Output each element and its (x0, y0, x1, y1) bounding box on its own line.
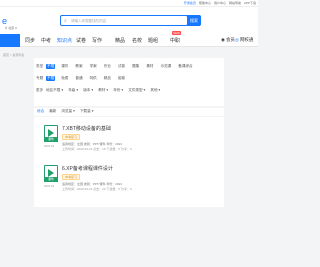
sort-bar: 综合 最新 浏览量 ▾ 下载量 ▾ (34, 108, 224, 116)
item-attributes: 适用地区：全国 类别：PPT/课件 年份：2023 (62, 182, 123, 186)
filter-option[interactable]: 学案 (89, 64, 98, 69)
new-badge: NEW (172, 31, 181, 35)
filter-option[interactable]: 试卷 (117, 64, 126, 69)
nav-item[interactable]: 同步 (25, 37, 35, 44)
filter-dropdown[interactable]: 教材 ▾ (98, 88, 108, 93)
search-button[interactable]: 搜索 (187, 15, 201, 26)
sort-option[interactable]: 最新 (49, 109, 56, 114)
filter-option[interactable]: 素材 (145, 64, 154, 69)
filter-panel: 类型 不限 课件 教案 学案 作业 试卷 题集 素材 示范课 备课综合 专题 不限 免费 普通 特供 精品 组卷更… (34, 58, 224, 106)
vip-menu[interactable]: ◎ 网校通 (235, 37, 253, 43)
item-title-link[interactable]: 6.XP备考课程课件设计 (62, 165, 113, 172)
item-title-link[interactable]: 7.XBT移动设备的基础 (62, 125, 111, 132)
filter-option[interactable]: 作业 (103, 64, 112, 69)
location-selector[interactable]: ⚲ 北京 ▾ (5, 26, 17, 30)
nav-item[interactable]: 知识点 (57, 37, 72, 44)
search-placeholder: 请输入你想要找的内容 (71, 19, 106, 23)
search-input[interactable]: ⌕ 请输入你想要找的内容 (60, 15, 188, 26)
filter-option[interactable]: 教案 (74, 64, 83, 69)
vip-icon: ◎ (235, 37, 239, 42)
user-icon: ◉ (221, 37, 225, 42)
top-link[interactable]: 用户中心 (214, 1, 226, 5)
item-attributes: 适用地区：全国 类别：PPT/课件 年份：2023 (62, 142, 123, 146)
play-icon (48, 169, 54, 177)
doc-thumbnail[interactable]: 课件 (44, 165, 58, 182)
filter-option[interactable]: 课件 (60, 64, 69, 69)
filter-dropdown[interactable]: 年级 ▾ (68, 88, 78, 93)
doc-thumbnail[interactable]: 课件 (44, 125, 58, 142)
filter-option[interactable]: 题集 (131, 64, 140, 69)
chevron-down-icon: ▾ (15, 26, 17, 30)
nav-item[interactable]: 中考 (41, 37, 51, 44)
top-link[interactable]: APP下载 (244, 1, 256, 5)
top-links: 开通会员 帮助中心 用户中心 网站导航 APP下载 (184, 1, 256, 5)
filter-row: 更多 地区不限 ▾ 年级 ▾ 版本 ▾ 教材 ▾ 年份 ▾ 文件类型 ▾ 其他 ▾ (36, 88, 165, 93)
filter-row: 类型 不限 课件 教案 学案 作业 试卷 题集 素材 示范课 备课综合 (36, 64, 199, 69)
filter-option[interactable]: 备课综合 (177, 64, 193, 69)
filter-dropdown[interactable]: 地区不限 ▾ (46, 88, 63, 93)
location-label: 北京 (8, 26, 15, 30)
filter-option[interactable]: 不限 (46, 64, 56, 69)
top-utility-bar: 开通会员 帮助中心 用户中心 网站导航 APP下载 (0, 0, 258, 7)
filter-option[interactable]: 不限 (46, 76, 56, 81)
top-link[interactable]: 帮助中心 (199, 1, 211, 5)
doc-type-tag: 课件 (44, 137, 58, 142)
top-link[interactable]: 网站导航 (229, 1, 241, 5)
thumb-date: 2022-02 (44, 144, 55, 148)
item-meta: 上传时间：2022-02-15 点击：18 下载量：0 分享：0 (62, 147, 132, 151)
filter-dropdown[interactable]: 其他 ▾ (150, 88, 160, 93)
sort-option[interactable]: 综合 (37, 109, 44, 114)
item-tag: 中考复习 (62, 174, 81, 180)
nav-item[interactable]: 名校 (132, 37, 142, 44)
filter-dropdown[interactable]: 版本 ▾ (83, 88, 93, 93)
filter-dropdown[interactable]: 年份 ▾ (113, 88, 123, 93)
search-icon: ⌕ (64, 18, 67, 24)
nav-home-button[interactable] (0, 34, 20, 47)
list-item[interactable]: 课件 2022-02 7.XBT移动设备的基础 中考复习适用地区：全国 类别：PPT/… (44, 125, 214, 163)
location-pin-icon: ⚲ (5, 26, 8, 30)
play-icon (48, 129, 54, 137)
sort-option[interactable]: 下载量 ▾ (80, 109, 94, 114)
nav-item[interactable]: 中职 (170, 37, 180, 44)
filter-label: 更多 (36, 88, 44, 92)
nav-item[interactable]: 写作 (92, 37, 102, 44)
filter-option[interactable]: 组卷 (117, 76, 126, 81)
main-nav: 同步 中考 知识点 试卷 写作 精品 名校 题组 中职 (0, 34, 258, 47)
nav-item[interactable]: 试卷 (76, 37, 86, 44)
filter-option[interactable]: 示范课 (160, 64, 173, 69)
filter-label: 类型 (36, 64, 44, 68)
thumb-date: 2022-02 (44, 184, 55, 188)
filter-row: 专题 不限 免费 普通 特供 精品 组卷 (36, 76, 131, 81)
nav-item[interactable]: 精品 (115, 37, 125, 44)
filter-option[interactable]: 特供 (89, 76, 98, 81)
filter-option[interactable]: 免费 (60, 76, 69, 81)
item-meta: 上传时间：2022-02-15 点击：20 下载量：0 分享：0 (62, 187, 132, 191)
nav-item[interactable]: 题组 (148, 37, 158, 44)
filter-option[interactable]: 精品 (103, 76, 112, 81)
filter-label: 专题 (36, 76, 44, 80)
site-logo[interactable]: e (2, 16, 7, 26)
list-item[interactable]: 课件 2022-02 6.XP备考课程课件设计 中考复习适用地区：全国 类别：PPT/… (44, 165, 214, 203)
doc-type-tag: 课件 (44, 177, 58, 182)
breadcrumb: 首页 > 资源列表 (3, 53, 25, 57)
item-tag: 中考复习 (62, 134, 81, 140)
user-menu-label: 会员 (225, 37, 235, 42)
vip-menu-label: 网校通 (239, 37, 254, 42)
filter-dropdown[interactable]: 文件类型 ▾ (128, 88, 145, 93)
user-menu[interactable]: ◉ 会员 (221, 37, 235, 43)
resource-list: 课件 2022-02 7.XBT移动设备的基础 中考复习 适用地区：全国 类别：PPT/… (34, 117, 224, 207)
sort-option[interactable]: 浏览量 ▾ (61, 109, 75, 114)
filter-option[interactable]: 普通 (74, 76, 83, 81)
top-link[interactable]: 开通会员 (184, 1, 196, 5)
